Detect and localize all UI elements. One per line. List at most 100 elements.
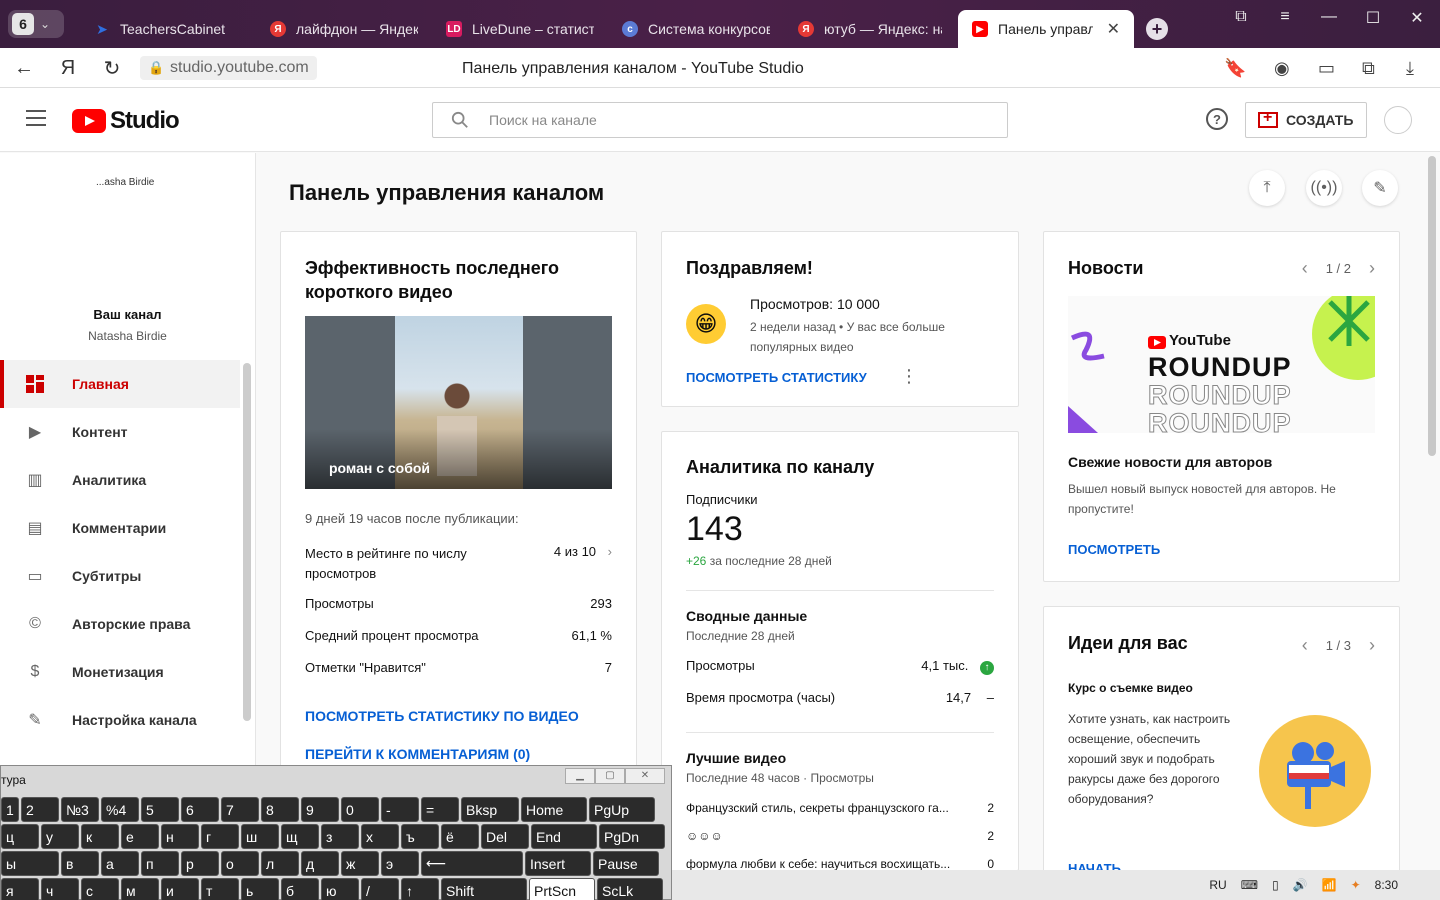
key[interactable]: х [361,824,399,849]
sidebar-item-dashboard[interactable]: Главная [0,360,240,408]
studio-logo[interactable]: Studio [72,107,180,135]
top-video-row[interactable]: формула любви к себе: научиться восхищат… [686,857,994,871]
key[interactable]: з [321,824,359,849]
key[interactable]: Del [481,824,529,849]
key[interactable]: н [161,824,199,849]
key[interactable]: ё [441,824,479,849]
upload-icon[interactable]: ⤒ [1249,170,1285,206]
live-icon[interactable]: ((•)) [1306,170,1342,206]
key[interactable]: е [121,824,159,849]
key[interactable]: л [261,851,299,876]
channel-avatar-alt[interactable]: ...asha Birdie [96,177,154,188]
search-input[interactable]: Поиск на канале [432,102,1008,138]
video-stats-link[interactable]: ПОСМОТРЕТЬ СТАТИСТИКУ ПО ВИДЕО [305,708,579,724]
key[interactable]: 9 [301,797,339,822]
browser-tab[interactable]: LD LiveDune – статистика [432,10,608,48]
tab-count-button[interactable]: 6 ⌄ [8,10,64,38]
browser-tab[interactable]: ➤ TeachersCabinet [80,10,256,48]
main-scrollbar[interactable] [1428,156,1436,456]
sidebar-item-subtitles[interactable]: ▭ Субтитры [0,552,240,600]
bookmark-icon[interactable]: 🔖 [1224,58,1246,79]
maximize-icon[interactable]: ☐ [1358,8,1388,28]
key[interactable]: о [221,851,259,876]
key[interactable]: ы [1,851,59,876]
key[interactable]: у [41,824,79,849]
browser-tab[interactable]: Я ютуб — Яндекс: нашл [784,10,956,48]
create-button[interactable]: СОЗДАТЬ [1245,102,1367,138]
key[interactable]: %4 [101,797,139,822]
sidebar-item-analytics[interactable]: ▥ Аналитика [0,456,240,504]
bookmarks-icon[interactable]: ⧉ [1226,8,1256,26]
minimize-icon[interactable]: — [1314,8,1344,26]
restore-keyboard-icon[interactable]: ▢ [595,768,625,784]
key[interactable]: щ [281,824,319,849]
video-thumbnail[interactable]: роман с собой [305,316,612,489]
chevron-left-icon[interactable]: ‹ [1302,635,1308,656]
key[interactable]: Bksp [461,797,519,822]
key[interactable]: / [361,878,399,900]
key[interactable]: ScLk [597,878,663,900]
battery-icon[interactable]: ▭ [1318,58,1335,79]
avatar[interactable] [1384,106,1412,134]
key[interactable]: б [281,878,319,900]
volume-icon[interactable]: 🔊 [1293,878,1308,892]
key[interactable]: м [121,878,159,900]
edit-post-icon[interactable]: ✎ [1362,170,1398,206]
extensions-icon[interactable]: ⧉ [1362,58,1375,79]
key[interactable]: т [201,878,239,900]
help-icon[interactable]: ? [1206,108,1228,130]
key[interactable]: и [161,878,199,900]
back-icon[interactable]: ← [12,56,36,80]
clock[interactable]: 8:30 [1375,878,1398,892]
minimize-keyboard-icon[interactable]: ▁ [565,768,595,784]
download-icon[interactable]: ⤓ [1406,58,1414,79]
enter-key[interactable]: ⟵ [421,851,523,876]
sidebar-item-copyright[interactable]: © Авторские права [0,600,240,648]
sidebar-item-monetization[interactable]: $ Монетизация [0,648,240,696]
rank-row[interactable]: Место в рейтинге по числу просмотров 4 и… [305,544,612,584]
sidebar-item-customization[interactable]: ✎ Настройка канала [0,696,240,744]
key[interactable]: ъ [401,824,439,849]
key[interactable]: ↑ [401,878,439,900]
more-vert-icon[interactable]: ⋮ [900,366,918,387]
key[interactable]: я [1,878,39,900]
key[interactable]: 2 [21,797,59,822]
protect-icon[interactable]: ◉ [1274,58,1290,79]
close-window-icon[interactable]: ✕ [1402,8,1432,28]
chevron-left-icon[interactable]: ‹ [1302,258,1308,279]
yandex-logo-icon[interactable]: Я [56,56,80,80]
key[interactable]: ч [41,878,79,900]
reload-icon[interactable]: ↻ [100,56,124,80]
tray-app-icon[interactable]: ✦ [1351,878,1361,892]
key[interactable]: ц [1,824,39,849]
key[interactable]: 5 [141,797,179,822]
keyboard-layout-icon[interactable]: ⌨ [1241,878,1258,892]
sidebar-item-comments[interactable]: ▤ Комментарии [0,504,240,552]
network-icon[interactable]: 📶 [1322,878,1337,892]
key[interactable]: с [81,878,119,900]
key[interactable]: PgUp [589,797,655,822]
key[interactable]: Shift [441,878,527,900]
key[interactable]: 7 [221,797,259,822]
key[interactable]: 8 [261,797,299,822]
top-video-row[interactable]: ☺☺☺ 2 [686,829,994,843]
hamburger-menu-icon[interactable] [26,110,46,126]
key[interactable]: 1 [1,797,19,822]
close-keyboard-icon[interactable]: ✕ [625,768,665,784]
key[interactable]: ь [241,878,279,900]
key[interactable]: г [201,824,239,849]
battery-icon[interactable]: ▯ [1272,878,1279,892]
key[interactable]: ж [341,851,379,876]
top-video-row[interactable]: Французский стиль, секреты французского … [686,801,994,815]
key[interactable]: а [101,851,139,876]
url-field[interactable]: 🔒 studio.youtube.com [140,56,317,80]
key[interactable]: п [141,851,179,876]
language-indicator[interactable]: RU [1209,878,1226,892]
key[interactable]: End [531,824,597,849]
view-stats-link[interactable]: ПОСМОТРЕТЬ СТАТИСТИКУ [686,370,867,385]
key[interactable]: э [381,851,419,876]
close-tab-icon[interactable]: ✕ [1107,19,1120,39]
key[interactable]: №3 [61,797,99,822]
news-link[interactable]: ПОСМОТРЕТЬ [1068,542,1160,557]
key[interactable]: Insert [525,851,591,876]
